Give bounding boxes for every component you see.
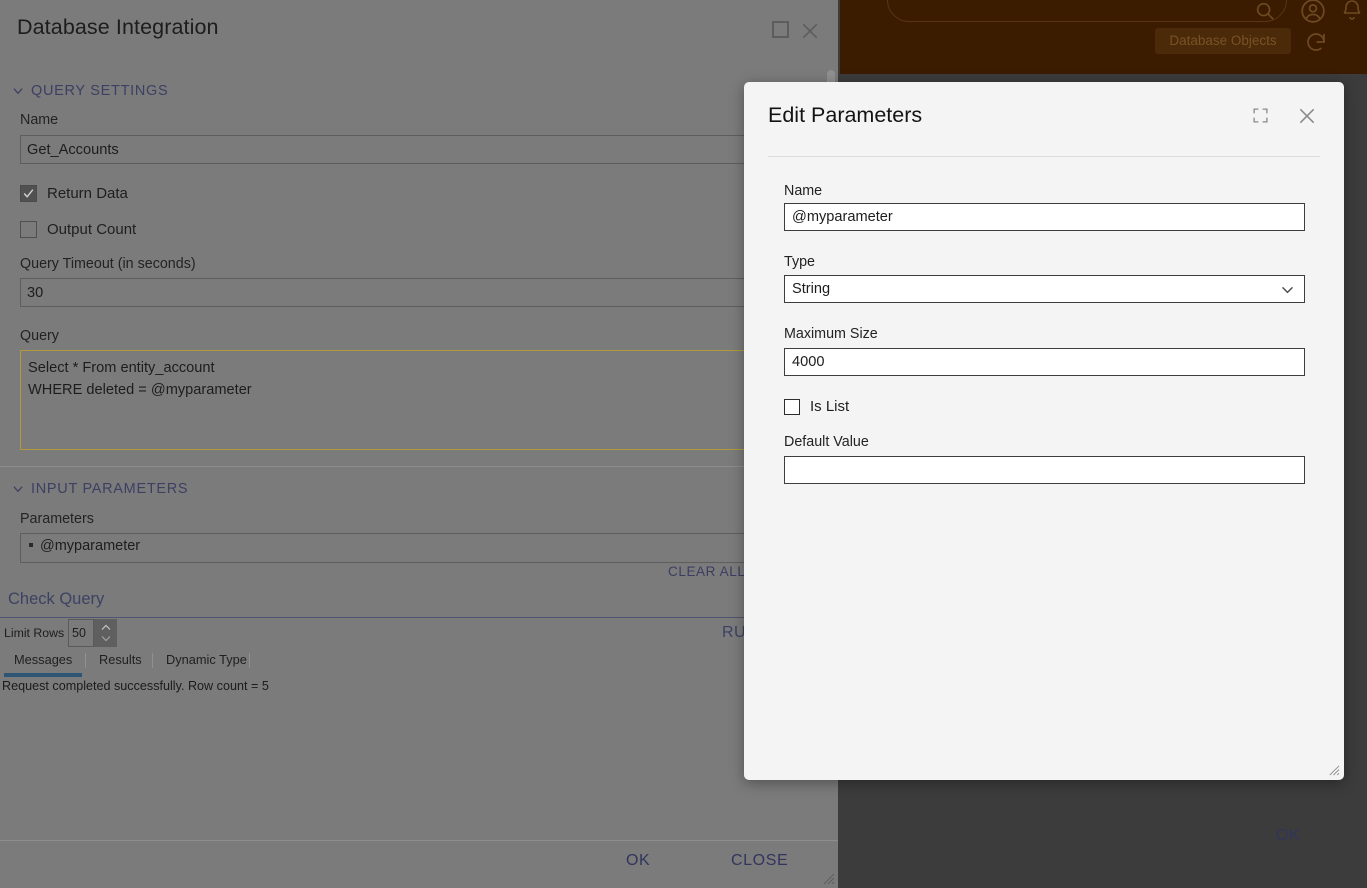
parameters-label: Parameters <box>20 511 94 527</box>
refresh-icon[interactable] <box>1304 30 1328 54</box>
tab-dynamic-type[interactable]: Dynamic Type <box>166 652 247 671</box>
results-tabs: Messages Results Dynamic Type <box>0 652 838 674</box>
resize-grip-icon[interactable] <box>1327 763 1340 776</box>
edit-parameters-dialog: Edit Parameters Name Type String Maximum… <box>744 82 1344 844</box>
divider <box>0 617 838 618</box>
limit-rows-input[interactable] <box>68 619 94 647</box>
active-tab-indicator <box>4 673 82 677</box>
query-label: Query <box>20 328 59 344</box>
section-query-settings[interactable]: QUERY SETTINGS <box>11 83 168 99</box>
ok-button[interactable]: OK <box>626 852 650 870</box>
query-timeout-label: Query Timeout (in seconds) <box>20 256 196 272</box>
return-data-label: Return Data <box>47 185 128 202</box>
close-icon[interactable] <box>1297 106 1317 126</box>
limit-rows-stepper[interactable] <box>94 619 117 647</box>
clear-all-button[interactable]: CLEAR ALL <box>668 564 745 579</box>
search-icon[interactable] <box>1254 0 1276 22</box>
type-label: Type <box>784 254 815 270</box>
chevron-down-icon <box>11 84 25 98</box>
chevron-down-icon <box>11 482 25 496</box>
chevron-down-icon <box>101 636 110 642</box>
output-count-checkbox-row[interactable]: Output Count <box>20 221 136 238</box>
status-message: Request completed successfully. Row coun… <box>2 679 269 693</box>
screen-root: Database Objects Database Integration QU… <box>0 0 1367 888</box>
bell-icon[interactable] <box>1340 0 1364 22</box>
type-select[interactable]: String <box>784 275 1305 303</box>
dialog-title: Edit Parameters <box>768 103 923 127</box>
return-data-checkbox-row[interactable]: Return Data <box>20 185 128 202</box>
chevron-up-icon <box>101 624 110 630</box>
name-label: Name <box>784 183 823 199</box>
close-icon[interactable] <box>800 21 820 41</box>
default-value-label: Default Value <box>784 434 869 450</box>
name-input[interactable] <box>784 203 1305 231</box>
parameter-name: @myparameter <box>40 538 141 554</box>
is-list-checkbox-row[interactable]: Is List <box>784 398 849 415</box>
default-value-input[interactable] <box>784 456 1305 484</box>
dialog-ok-button[interactable]: OK <box>1276 827 1300 845</box>
global-search-input[interactable] <box>887 0 1287 22</box>
tab-results[interactable]: Results <box>99 652 142 671</box>
page-title: Database Integration <box>17 15 219 39</box>
close-button[interactable]: CLOSE <box>731 852 788 870</box>
app-top-bar: Database Objects <box>840 0 1367 74</box>
chevron-down-icon <box>1279 281 1296 298</box>
maximum-size-input[interactable] <box>784 348 1305 376</box>
divider <box>768 156 1320 157</box>
is-list-checkbox[interactable] <box>784 398 800 415</box>
return-data-checkbox[interactable] <box>20 185 37 202</box>
account-circle-icon[interactable] <box>1300 0 1326 24</box>
divider <box>0 840 838 841</box>
output-count-checkbox[interactable] <box>20 221 37 238</box>
type-select-value: String <box>792 281 831 297</box>
maximum-size-label: Maximum Size <box>784 326 878 342</box>
is-list-label: Is List <box>810 398 850 415</box>
expand-icon[interactable] <box>1252 107 1269 124</box>
tab-messages[interactable]: Messages <box>14 652 72 671</box>
section-input-parameters-label: INPUT PARAMETERS <box>31 481 189 497</box>
output-count-label: Output Count <box>47 221 137 238</box>
name-label: Name <box>20 112 59 128</box>
section-query-settings-label: QUERY SETTINGS <box>31 83 169 99</box>
list-item[interactable]: @myparameter <box>29 538 140 554</box>
bullet-icon <box>29 543 33 547</box>
section-input-parameters[interactable]: INPUT PARAMETERS <box>11 481 188 497</box>
resize-grip-icon[interactable] <box>821 871 835 885</box>
database-integration-window: Database Integration QUERY SETTINGS Name… <box>0 0 900 888</box>
database-objects-button[interactable]: Database Objects <box>1155 28 1291 54</box>
maximize-icon[interactable] <box>772 21 789 38</box>
limit-rows-label: Limit Rows <box>4 626 65 640</box>
check-query-title: Check Query <box>8 590 105 608</box>
